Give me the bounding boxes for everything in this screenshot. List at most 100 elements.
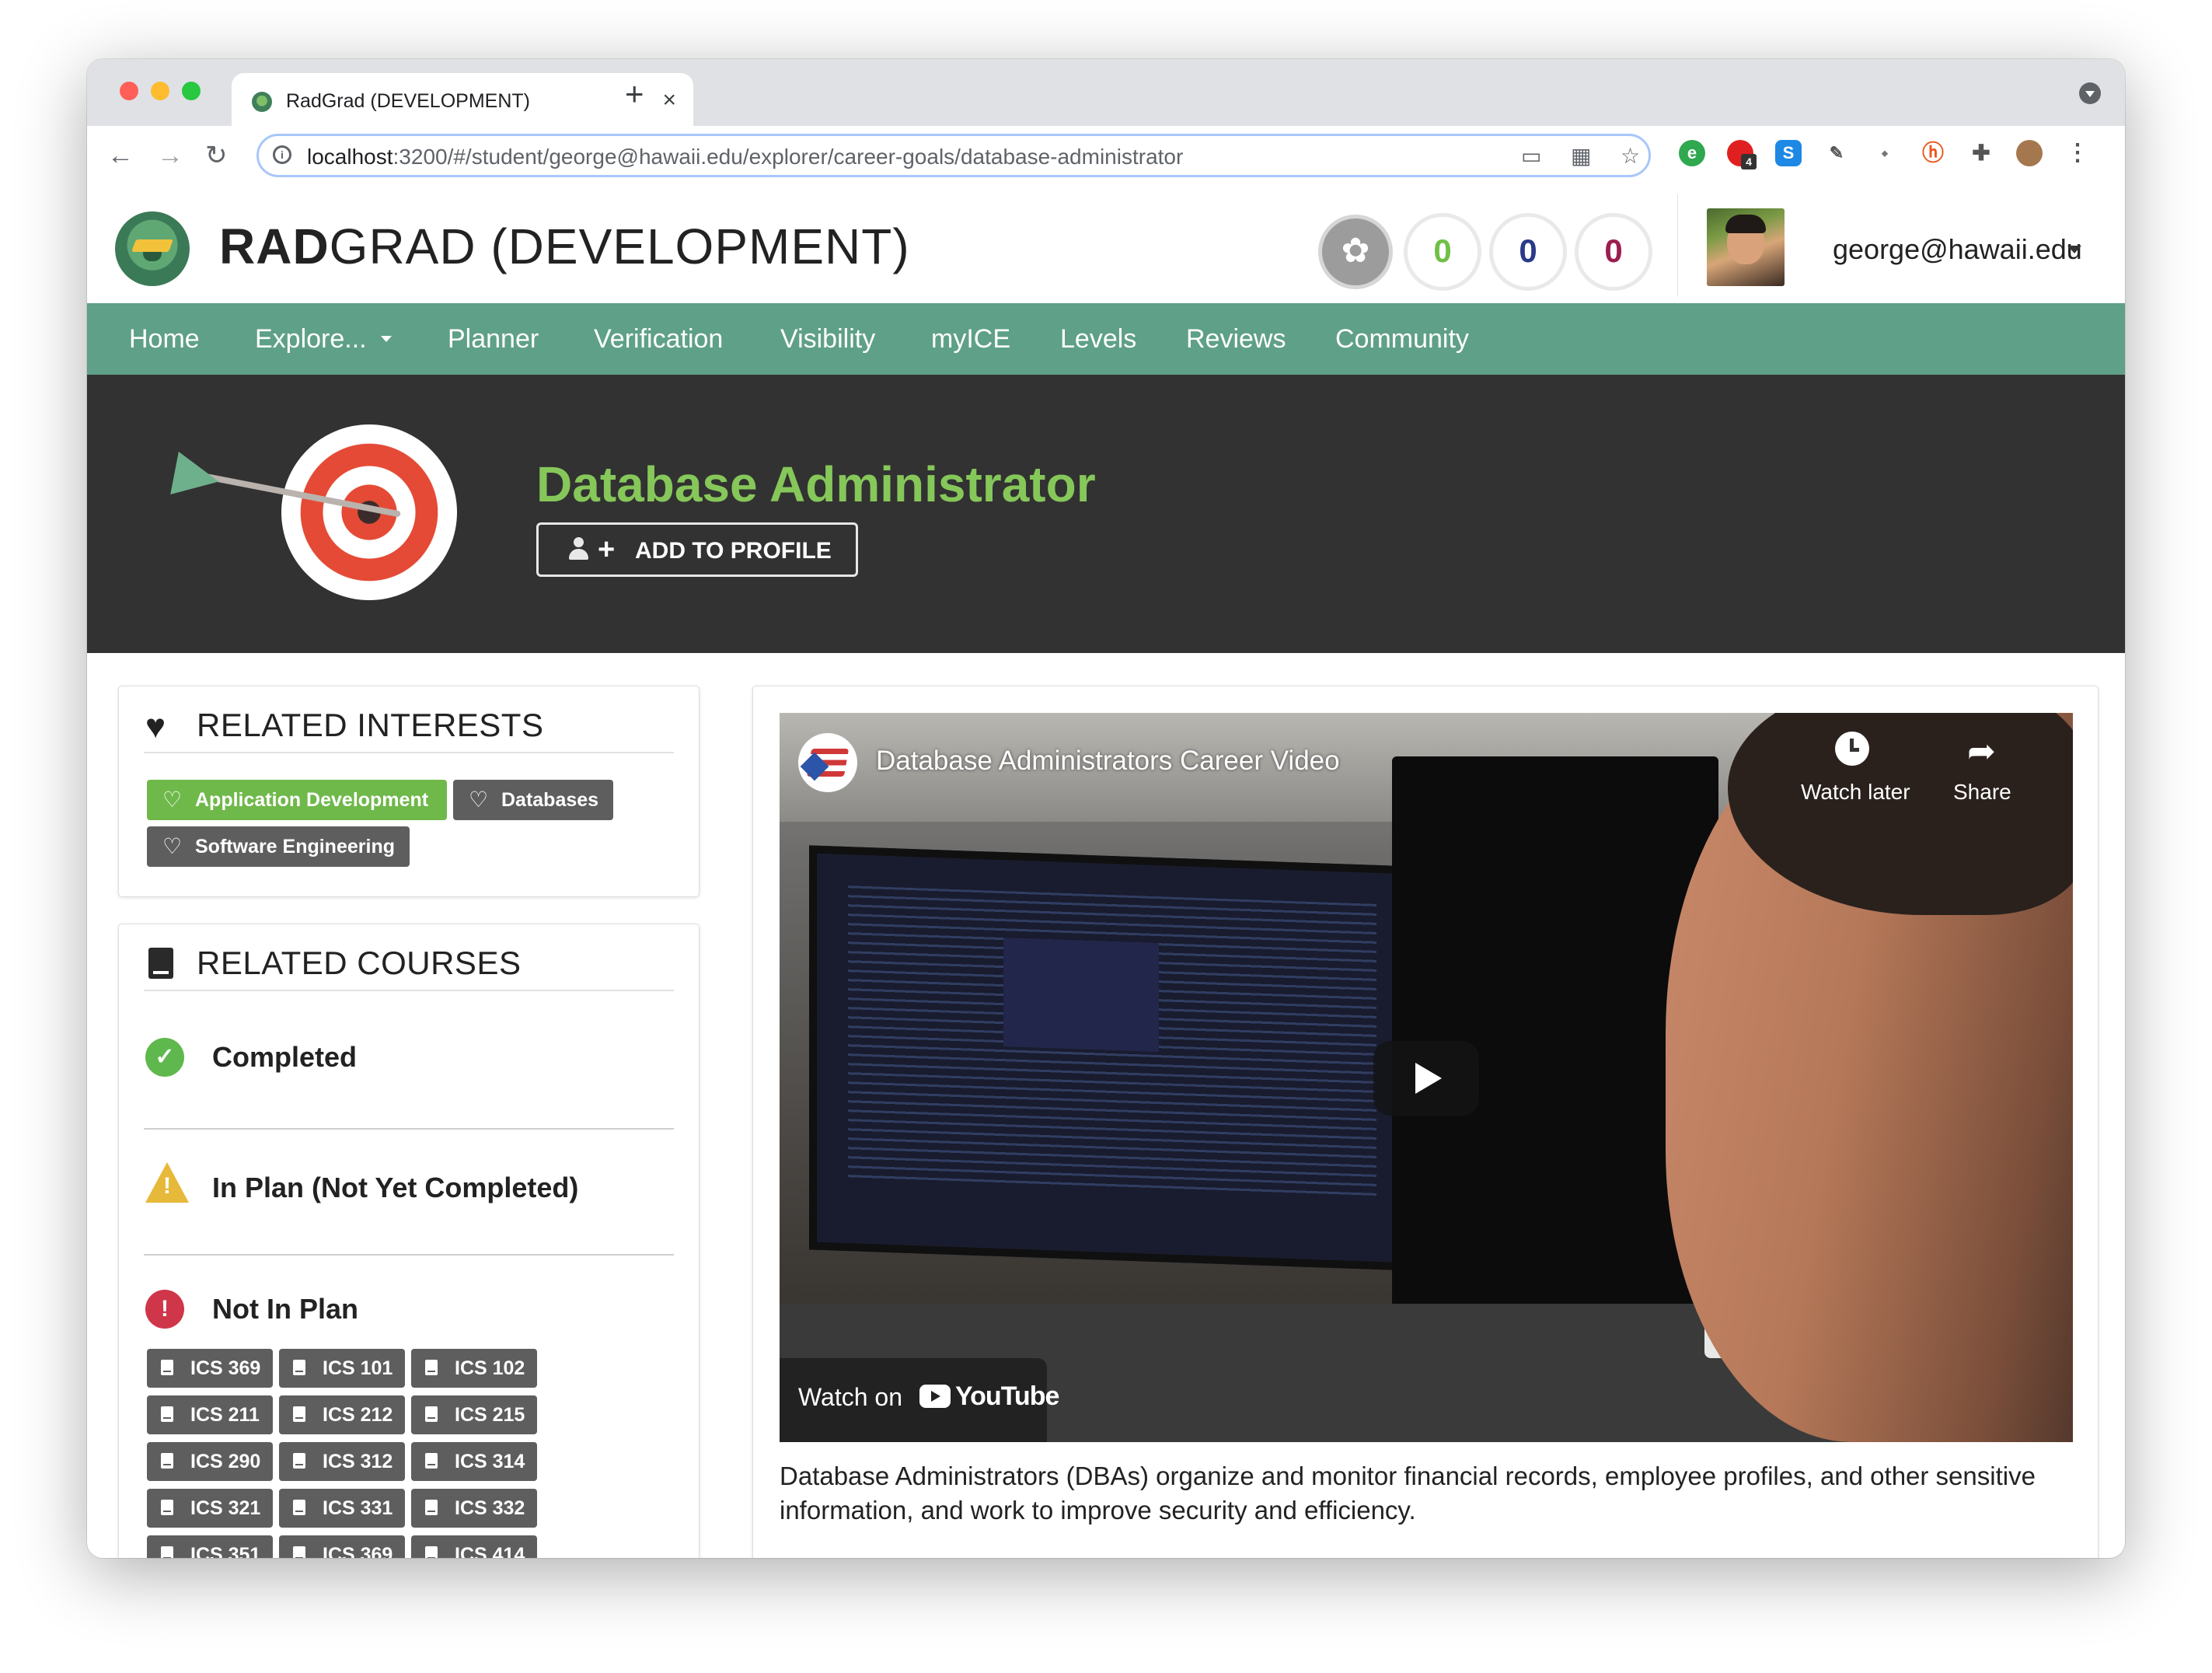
interest-tag-software-engineering[interactable]: ♡ Software Engineering [147,826,410,867]
ice-experience-score[interactable]: 0 [1575,213,1652,291]
browser-tab[interactable]: RadGrad (DEVELOPMENT) × [232,73,693,127]
check-circle-icon: ✓ [145,1038,184,1077]
channel-logo-icon[interactable] [798,733,857,792]
user-menu-email[interactable]: george@hawaii.edu [1833,233,2082,266]
book-icon [161,1406,173,1422]
book-icon [293,1360,305,1375]
watch-on-youtube-button[interactable]: Watch on YouTube [780,1358,1059,1442]
book-icon [425,1360,438,1375]
career-goal-hero: Database Administrator + ADD TO PROFILE [87,375,2125,653]
video-title[interactable]: Database Administrators Career Video [876,746,1340,777]
course-tag[interactable]: ICS 211 [147,1395,273,1434]
new-tab-button[interactable]: + [625,78,644,110]
brand-title[interactable]: RADGRAD (DEVELOPMENT) [219,218,910,275]
book-icon [293,1453,305,1469]
ice-competency-score[interactable]: 0 [1489,213,1567,291]
nav-reviews[interactable]: Reviews [1186,323,1286,355]
course-tag[interactable]: ICS 102 [411,1349,537,1388]
browser-window: RadGrad (DEVELOPMENT) × + ← → ↻ i localh… [87,59,2125,1558]
career-goal-description: Database Administrators (DBAs) organize … [780,1462,2036,1525]
heart-icon: ♥ [145,707,166,746]
qr-code-icon[interactable]: ▦ [1571,145,1591,168]
youtube-video-embed[interactable]: Database Administrators Career Video Wat… [780,713,2073,1442]
exclamation-circle-icon: ! [145,1290,184,1329]
url-text[interactable]: localhost:3200/#/student/george@hawaii.e… [307,145,1183,169]
maximize-window-button[interactable] [182,82,201,100]
divider [144,1128,674,1130]
nav-home[interactable]: Home [129,323,200,355]
forward-arrow-icon[interactable]: → [157,140,183,171]
course-tag[interactable]: ICS 332 [411,1489,537,1528]
book-icon [425,1406,438,1422]
course-tag[interactable]: ICS 101 [279,1349,405,1388]
course-tag[interactable]: ICS 414 [411,1535,537,1558]
book-icon [161,1360,173,1375]
course-tag[interactable]: ICS 331 [279,1489,405,1528]
arrow-feather-icon [170,451,223,504]
course-tag[interactable]: ICS 290 [147,1442,273,1481]
share-arrow-icon[interactable]: ➦ [1967,735,1996,769]
interest-tag-application-development[interactable]: ♡ Application Development [147,780,447,820]
dropbox-extension-icon[interactable]: ⬩ [1872,140,1898,166]
course-tag[interactable]: ICS 215 [411,1395,537,1434]
nav-myice[interactable]: myICE [931,323,1010,355]
divider [144,1254,674,1256]
eyedropper-extension-icon[interactable]: ✎ [1823,140,1850,166]
share-button[interactable]: Share [1953,780,2011,805]
heart-outline-icon: ♡ [162,788,183,812]
ice-innovation-score[interactable]: 0 [1404,213,1481,291]
main-nav: Home Explore... Planner Verification Vis… [87,303,2125,375]
book-icon [148,948,173,979]
play-button[interactable] [1373,1041,1479,1116]
related-interests-card: ♥ RELATED INTERESTS ♡ Application Develop… [118,686,700,897]
reload-icon[interactable]: ↻ [205,140,228,171]
add-to-profile-label: ADD TO PROFILE [635,538,832,564]
course-tag[interactable]: ICS 212 [279,1395,405,1434]
user-avatar[interactable] [1707,208,1785,286]
book-icon [293,1406,305,1422]
back-arrow-icon[interactable]: ← [107,140,134,171]
honey-extension-icon[interactable]: ⓗ [1920,140,1946,166]
ice-competency-value: 0 [1519,232,1537,269]
book-icon [161,1500,173,1515]
site-info-icon[interactable]: i [273,145,291,164]
sheets-extension-icon[interactable]: S [1775,140,1802,166]
course-tag[interactable]: ICS 314 [411,1442,537,1481]
add-to-profile-button[interactable]: + ADD TO PROFILE [536,522,858,577]
radgrad-logo-icon[interactable] [115,211,190,286]
cast-icon[interactable]: ▭ [1521,145,1541,168]
related-courses-card: RELATED COURSES ✓ Completed ! In Plan (N… [118,924,700,1558]
adblock-extension-icon[interactable]: 4 [1727,140,1757,169]
course-tag[interactable]: ICS 321 [147,1489,273,1528]
address-bar[interactable]: i localhost:3200/#/student/george@hawaii… [256,134,1651,177]
youtube-wordmark: YouTube [955,1381,1059,1411]
minimize-window-button[interactable] [151,82,169,100]
profile-avatar-icon[interactable] [2016,140,2043,166]
bookmark-star-icon[interactable]: ☆ [1621,145,1640,168]
nav-community[interactable]: Community [1335,323,1469,355]
extensions-puzzle-icon[interactable]: ✚ [1968,140,1994,166]
course-tag[interactable]: ICS 369 [279,1535,405,1558]
watch-later-button[interactable]: Watch later [1801,780,1910,805]
nav-levels[interactable]: Levels [1060,323,1136,355]
book-icon [293,1500,305,1515]
course-tag[interactable]: ICS 312 [279,1442,405,1481]
level-badge-icon[interactable]: ✿ [1318,215,1393,289]
interest-tag-databases[interactable]: ♡ Databases [453,780,613,820]
nav-verification[interactable]: Verification [594,323,723,355]
explore-caret-icon[interactable] [381,336,392,342]
nav-visibility[interactable]: Visibility [780,323,875,355]
course-tag[interactable]: ICS 351 [147,1535,273,1558]
more-menu-icon[interactable]: ⋮ [2064,140,2091,166]
chevron-down-icon[interactable] [2067,246,2081,253]
tab-close-icon[interactable]: × [662,86,676,114]
clock-icon[interactable] [1835,732,1869,766]
extension-badge: 4 [1741,154,1757,169]
divider [144,752,674,753]
close-window-button[interactable] [120,82,138,100]
nav-explore[interactable]: Explore... [255,323,367,355]
nav-planner[interactable]: Planner [448,323,539,355]
evernote-extension-icon[interactable]: e [1679,140,1705,166]
tab-search-icon[interactable] [2079,82,2101,104]
course-tag[interactable]: ICS 369 [147,1349,273,1388]
